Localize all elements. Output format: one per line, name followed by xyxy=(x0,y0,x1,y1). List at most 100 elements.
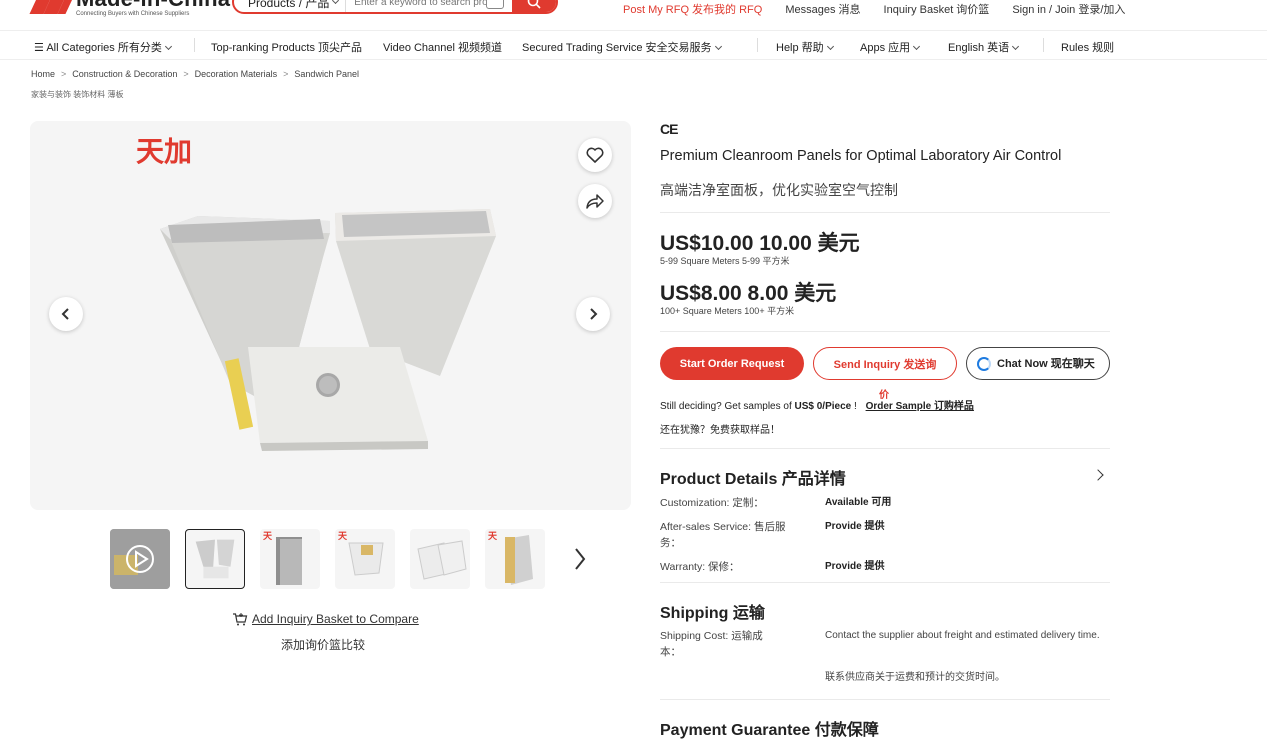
thumbnail-image xyxy=(417,540,467,580)
thumbnail-4[interactable]: 天 xyxy=(335,529,395,589)
divider xyxy=(660,448,1110,449)
language-menu[interactable]: English 英语 xyxy=(948,39,1020,55)
search-bar: Products / 产品 xyxy=(232,0,558,14)
thumbnail-5[interactable] xyxy=(410,529,470,589)
product-title-cn: 高端洁净室面板，优化实验室空气控制 xyxy=(660,182,898,198)
svg-text:天: 天 xyxy=(263,531,273,541)
shipping-cost-key: Shipping Cost: 运输成本： xyxy=(660,630,763,658)
detail-value-customization: Available 可用 xyxy=(825,497,892,508)
detail-value-after-sales: Provide 提供 xyxy=(825,521,885,532)
video-channel-link[interactable]: Video Channel 视频频道 xyxy=(383,39,502,55)
divider xyxy=(660,699,1110,700)
chevron-left-icon xyxy=(61,308,69,320)
product-photo: 天加 xyxy=(136,135,496,451)
price-tier-2-range: 100+ Square Meters 100+ 平方米 xyxy=(660,306,795,316)
svg-text:天加: 天加 xyxy=(136,135,192,168)
detail-value-warranty: Provide 提供 xyxy=(825,561,885,572)
start-order-button[interactable]: Start Order Request xyxy=(660,347,804,380)
apps-menu[interactable]: Apps 应用 xyxy=(860,39,921,55)
product-main-image[interactable]: 天加 xyxy=(30,121,631,510)
play-icon xyxy=(110,529,170,589)
search-category-select[interactable]: Products / 产品 xyxy=(234,0,347,12)
breadcrumb: Home > Construction & Decoration > Decor… xyxy=(31,69,359,79)
ce-certification: CE xyxy=(660,121,678,137)
all-categories-menu[interactable]: ☰ All Categories 所有分类 xyxy=(34,39,172,55)
thumbnail-image xyxy=(195,539,235,579)
breadcrumb-cn: 家装与装饰 装饰材料 薄板 xyxy=(31,90,124,99)
top-ranking-link[interactable]: Top-ranking Products 顶尖产品 xyxy=(211,39,362,55)
price-tier-2: US$8.00 8.00 美元 xyxy=(660,282,837,305)
list-icon: ☰ xyxy=(34,42,44,54)
thumbnail-next-button[interactable] xyxy=(572,545,588,576)
help-menu[interactable]: Help 帮助 xyxy=(776,39,834,55)
share-icon xyxy=(586,194,604,209)
prev-image-button[interactable] xyxy=(49,297,83,331)
category-nav: ☰ All Categories 所有分类 Top-ranking Produc… xyxy=(0,30,1267,60)
site-logo[interactable]: Made-in-China Connecting Buyers with Chi… xyxy=(29,0,230,17)
breadcrumb-sandwich-panel[interactable]: Sandwich Panel xyxy=(294,69,359,79)
thumbnail-6[interactable]: 天 xyxy=(485,529,545,589)
sample-price: US$ 0/Piece xyxy=(794,401,852,412)
breadcrumb-home[interactable]: Home xyxy=(31,69,55,79)
breadcrumb-decoration[interactable]: Decoration Materials xyxy=(195,69,278,79)
detail-key-after-sales: After-sales Service: 售后服务： xyxy=(660,521,786,549)
loading-icon xyxy=(977,356,991,371)
thumbnail-image: 天 xyxy=(263,531,302,585)
order-sample-link[interactable]: Order Sample 订购样品 xyxy=(866,401,974,412)
shipping-title: Shipping 运输 xyxy=(660,605,765,622)
thumbnail-image: 天 xyxy=(488,531,533,585)
send-inquiry-button[interactable]: Send Inquiry 发送询 xyxy=(813,347,957,380)
detail-key-warranty: Warranty: 保修： xyxy=(660,561,740,573)
svg-text:天: 天 xyxy=(338,531,348,541)
shipping-cost-value-cn: 联系供应商关于运费和预计的交货时间。 xyxy=(825,672,1005,683)
search-input[interactable] xyxy=(346,0,487,12)
shipping-cost-value: Contact the supplier about freight and e… xyxy=(825,630,1100,641)
thumbnail-3[interactable]: 天 xyxy=(260,529,320,589)
add-compare-link[interactable]: Add Inquiry Basket to Compare xyxy=(252,612,419,626)
sample-line-cn: 还在犹豫？免费获取样品！ xyxy=(660,425,780,436)
share-button[interactable] xyxy=(578,184,612,218)
svg-text:天: 天 xyxy=(488,531,498,541)
next-image-button[interactable] xyxy=(576,297,610,331)
messages-link[interactable]: Messages 消息 xyxy=(785,1,860,17)
divider xyxy=(660,582,1110,583)
favorite-button[interactable] xyxy=(578,138,612,172)
chevron-right-icon: > xyxy=(183,69,189,79)
payment-guarantee-title: Payment Guarantee 付款保障 xyxy=(660,722,879,739)
product-details-title[interactable]: Product Details 产品详情 xyxy=(660,465,846,489)
top-header: Made-in-China Connecting Buyers with Chi… xyxy=(0,0,1267,30)
thumbnail-2[interactable] xyxy=(185,529,245,589)
chevron-right-icon[interactable] xyxy=(1092,469,1104,481)
divider xyxy=(660,212,1110,213)
detail-key-customization: Customization: 定制： xyxy=(660,497,764,509)
camera-icon[interactable] xyxy=(486,0,504,9)
chat-now-button[interactable]: Chat Now 现在聊天 xyxy=(966,347,1110,380)
sample-line: Still deciding? Get samples of US$ 0/Pie… xyxy=(660,401,974,412)
heart-icon xyxy=(586,147,604,163)
product-title: Premium Cleanroom Panels for Optimal Lab… xyxy=(660,148,1062,164)
chevron-right-icon xyxy=(590,308,598,320)
top-links: Post My RFQ 发布我的 RFQ Messages 消息 Inquiry… xyxy=(623,1,1148,17)
search-icon xyxy=(527,0,541,9)
divider xyxy=(660,331,1110,332)
search-button[interactable] xyxy=(511,0,556,12)
post-rfq-link[interactable]: Post My RFQ 发布我的 RFQ xyxy=(623,1,762,17)
price-tier-1: US$10.00 10.00 美元 xyxy=(660,232,860,255)
sign-in-link[interactable]: Sign in / Join 登录/加入 xyxy=(1012,1,1125,17)
price-tier-1-range: 5-99 Square Meters 5-99 平方米 xyxy=(660,256,790,266)
rules-link[interactable]: Rules 规则 xyxy=(1061,39,1114,55)
inquiry-basket-link[interactable]: Inquiry Basket 询价篮 xyxy=(884,1,990,17)
chevron-right-icon xyxy=(575,548,586,570)
chevron-right-icon: > xyxy=(61,69,67,79)
chevron-right-icon: > xyxy=(283,69,289,79)
breadcrumb-construction[interactable]: Construction & Decoration xyxy=(72,69,177,79)
thumbnail-video[interactable] xyxy=(110,529,170,589)
add-compare-cn: 添加询价篮比较 xyxy=(281,638,366,652)
logo-icon xyxy=(29,0,79,14)
add-compare[interactable]: Add Inquiry Basket to Compare xyxy=(232,612,419,626)
sample-price-cn: 价 xyxy=(879,390,889,401)
thumbnail-image: 天 xyxy=(338,531,384,576)
cart-icon xyxy=(233,613,248,626)
secured-trading-menu[interactable]: Secured Trading Service 安全交易服务 xyxy=(522,39,722,55)
brand-logo: 天加 xyxy=(136,135,192,168)
